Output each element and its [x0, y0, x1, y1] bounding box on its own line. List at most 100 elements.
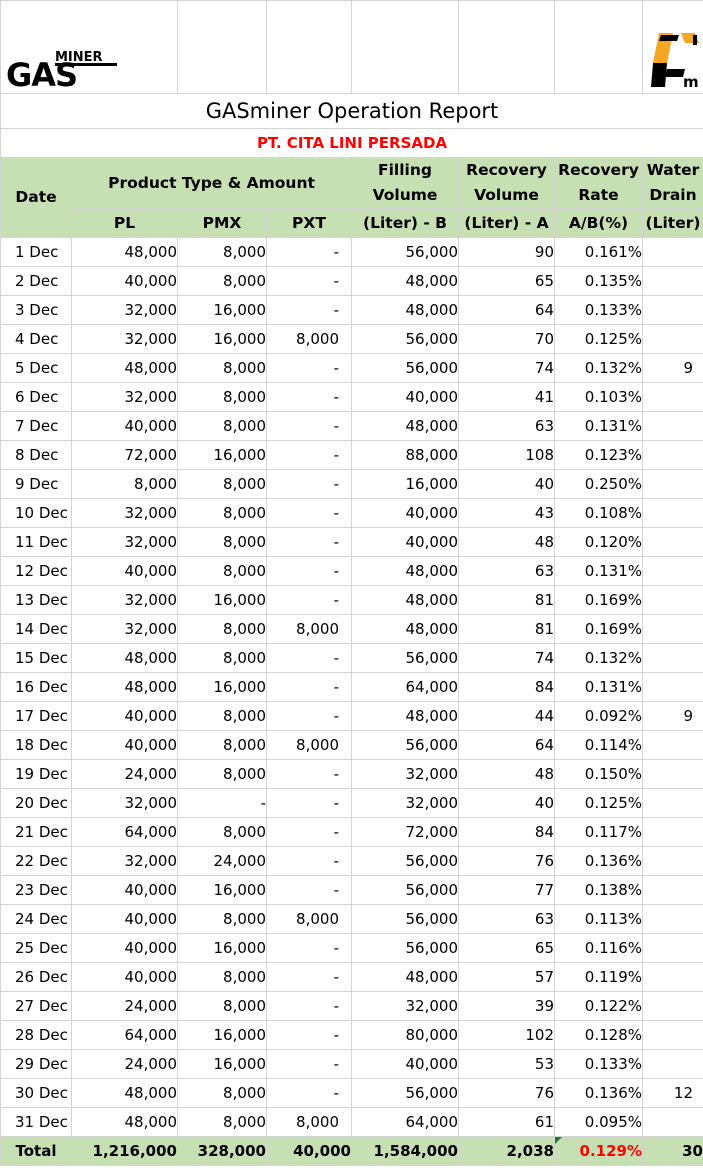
cell-pl[interactable]: 32,000	[71, 498, 178, 528]
cell-pmx[interactable]: 8,000	[177, 991, 267, 1021]
cell-filling[interactable]: 48,000	[351, 585, 459, 615]
cell-filling[interactable]: 56,000	[351, 730, 459, 760]
cell-filling[interactable]: 56,000	[351, 875, 459, 905]
cell-drain[interactable]	[642, 614, 703, 644]
cell-recovery[interactable]: 81	[458, 585, 555, 615]
cell-recovery[interactable]: 40	[458, 469, 555, 499]
cell-pmx[interactable]: 8,000	[177, 266, 267, 296]
cell-drain[interactable]	[642, 1020, 703, 1050]
cell-drain[interactable]	[642, 643, 703, 673]
cell-pl[interactable]: 32,000	[71, 846, 178, 876]
cell-filling[interactable]: 56,000	[351, 353, 459, 383]
cell-pl[interactable]: 40,000	[71, 266, 178, 296]
cell-recovery[interactable]: 76	[458, 846, 555, 876]
cell-rate[interactable]: 0.108%	[554, 498, 643, 528]
cell-filling[interactable]: 48,000	[351, 266, 459, 296]
cell-rate[interactable]: 0.113%	[554, 904, 643, 934]
cell-pxt[interactable]: -	[266, 353, 352, 383]
cell-date[interactable]: 7 Dec	[0, 411, 72, 441]
cell-drain[interactable]	[642, 266, 703, 296]
cell-filling[interactable]: 32,000	[351, 788, 459, 818]
cell-recovery[interactable]: 63	[458, 411, 555, 441]
cell-pl[interactable]: 72,000	[71, 440, 178, 470]
cell-pxt[interactable]: -	[266, 933, 352, 963]
cell-pmx[interactable]: 8,000	[177, 527, 267, 557]
cell-pmx[interactable]: -	[177, 788, 267, 818]
cell-drain[interactable]	[642, 382, 703, 412]
cell-filling[interactable]: 40,000	[351, 498, 459, 528]
cell-rate[interactable]: 0.131%	[554, 556, 643, 586]
cell-pmx[interactable]: 8,000	[177, 382, 267, 412]
cell-filling[interactable]: 48,000	[351, 411, 459, 441]
cell-pl[interactable]: 32,000	[71, 382, 178, 412]
cell-pmx[interactable]: 8,000	[177, 962, 267, 992]
cell-pl[interactable]: 24,000	[71, 991, 178, 1021]
cell-filling[interactable]: 40,000	[351, 382, 459, 412]
cell-pxt[interactable]: -	[266, 788, 352, 818]
cell-recovery[interactable]: 44	[458, 701, 555, 731]
cell-pl[interactable]: 32,000	[71, 585, 178, 615]
cell-rate[interactable]: 0.161%	[554, 237, 643, 267]
cell-rate[interactable]: 0.132%	[554, 643, 643, 673]
cell-pxt[interactable]: -	[266, 469, 352, 499]
cell-drain[interactable]	[642, 730, 703, 760]
cell-recovery[interactable]: 65	[458, 933, 555, 963]
cell-rate[interactable]: 0.125%	[554, 324, 643, 354]
cell-drain[interactable]	[642, 933, 703, 963]
cell-date[interactable]: 22 Dec	[0, 846, 72, 876]
cell-date[interactable]: 19 Dec	[0, 759, 72, 789]
cell-pl[interactable]: 48,000	[71, 643, 178, 673]
cell-pmx[interactable]: 8,000	[177, 498, 267, 528]
cell-pxt[interactable]: -	[266, 295, 352, 325]
cell-recovery[interactable]: 63	[458, 904, 555, 934]
cell-filling[interactable]: 48,000	[351, 295, 459, 325]
cell-date[interactable]: 4 Dec	[0, 324, 72, 354]
cell-pmx[interactable]: 16,000	[177, 324, 267, 354]
cell-pxt[interactable]: 8,000	[266, 614, 352, 644]
cell-pmx[interactable]: 16,000	[177, 875, 267, 905]
cell-rate[interactable]: 0.114%	[554, 730, 643, 760]
cell-pxt[interactable]: 8,000	[266, 730, 352, 760]
cell-drain[interactable]	[642, 962, 703, 992]
cell-recovery[interactable]: 81	[458, 614, 555, 644]
cell-pmx[interactable]: 8,000	[177, 556, 267, 586]
cell-pmx[interactable]: 16,000	[177, 295, 267, 325]
cell-pl[interactable]: 32,000	[71, 614, 178, 644]
cell-drain[interactable]	[642, 527, 703, 557]
cell-pl[interactable]: 48,000	[71, 353, 178, 383]
cell-date[interactable]: 27 Dec	[0, 991, 72, 1021]
cell-filling[interactable]: 56,000	[351, 237, 459, 267]
cell-pl[interactable]: 32,000	[71, 324, 178, 354]
cell-date[interactable]: 29 Dec	[0, 1049, 72, 1079]
cell-rate[interactable]: 0.128%	[554, 1020, 643, 1050]
cell-drain[interactable]	[642, 759, 703, 789]
cell-rate[interactable]: 0.116%	[554, 933, 643, 963]
cell-drain[interactable]	[642, 672, 703, 702]
cell-pxt[interactable]: -	[266, 701, 352, 731]
cell-recovery[interactable]: 84	[458, 672, 555, 702]
cell-date[interactable]: 21 Dec	[0, 817, 72, 847]
cell-drain[interactable]	[642, 469, 703, 499]
cell-filling[interactable]: 32,000	[351, 991, 459, 1021]
cell-pxt[interactable]: -	[266, 1049, 352, 1079]
cell-drain[interactable]: 9	[642, 353, 703, 383]
cell-recovery[interactable]: 84	[458, 817, 555, 847]
cell-pl[interactable]: 40,000	[71, 904, 178, 934]
cell-filling[interactable]: 88,000	[351, 440, 459, 470]
cell-drain[interactable]	[642, 1107, 703, 1137]
cell-pmx[interactable]: 8,000	[177, 1078, 267, 1108]
cell-filling[interactable]: 48,000	[351, 556, 459, 586]
cell-rate[interactable]: 0.150%	[554, 759, 643, 789]
cell-drain[interactable]	[642, 904, 703, 934]
cell-pmx[interactable]: 8,000	[177, 411, 267, 441]
cell-pmx[interactable]: 16,000	[177, 1049, 267, 1079]
cell-recovery[interactable]: 76	[458, 1078, 555, 1108]
cell-drain[interactable]	[642, 585, 703, 615]
cell-recovery[interactable]: 64	[458, 295, 555, 325]
cell-pmx[interactable]: 8,000	[177, 237, 267, 267]
cell-pmx[interactable]: 8,000	[177, 759, 267, 789]
cell-date[interactable]: 11 Dec	[0, 527, 72, 557]
cell-pl[interactable]: 48,000	[71, 1078, 178, 1108]
cell-pxt[interactable]: -	[266, 411, 352, 441]
cell-filling[interactable]: 56,000	[351, 933, 459, 963]
